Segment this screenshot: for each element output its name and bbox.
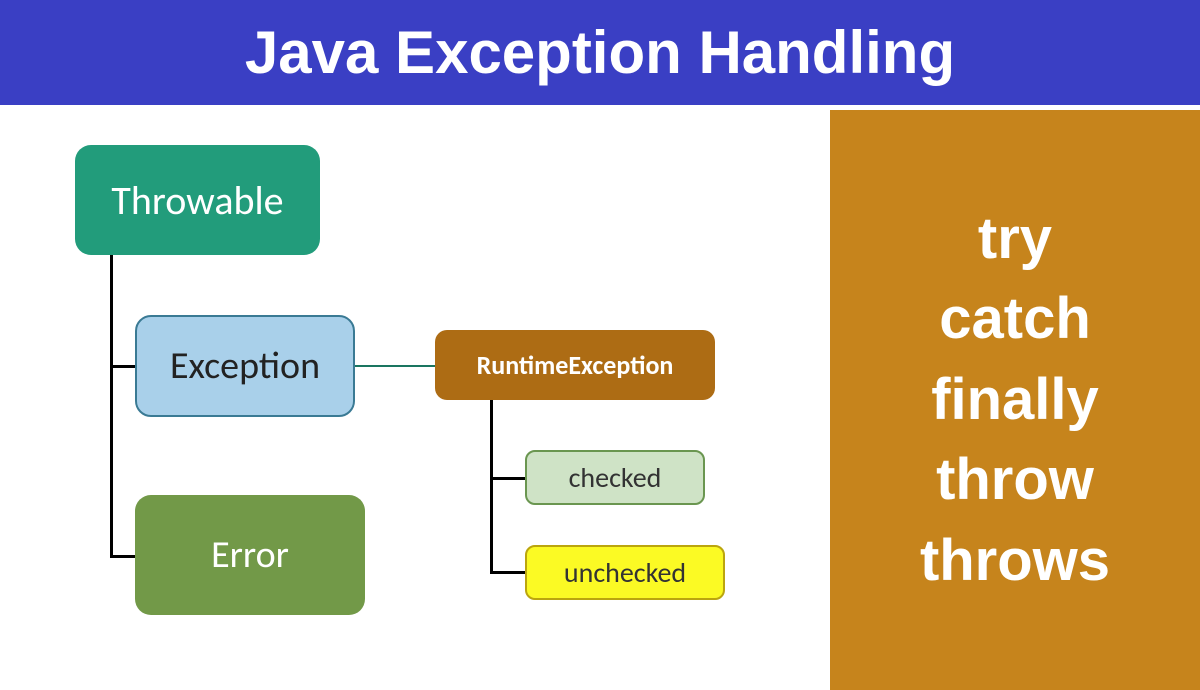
connector-line: [490, 477, 525, 480]
connector-line: [490, 571, 525, 574]
connector-line: [110, 255, 113, 557]
node-unchecked: unchecked: [525, 545, 725, 600]
keywords-panel: try catch finally throw throws: [830, 110, 1200, 690]
node-error: Error: [135, 495, 365, 615]
header-banner: Java Exception Handling: [0, 0, 1200, 105]
node-exception: Exception: [135, 315, 355, 417]
connector-line: [355, 365, 435, 367]
keyword-throws: throws: [920, 525, 1110, 598]
node-runtime-exception: RuntimeException: [435, 330, 715, 400]
connector-line: [490, 400, 493, 573]
connector-line: [110, 365, 135, 368]
keyword-catch: catch: [939, 283, 1091, 356]
exception-hierarchy-diagram: Throwable Exception Error RuntimeExcepti…: [0, 105, 830, 690]
keyword-finally: finally: [931, 364, 1099, 437]
node-throwable: Throwable: [75, 145, 320, 255]
node-checked: checked: [525, 450, 705, 505]
page-title: Java Exception Handling: [245, 18, 955, 87]
connector-line: [110, 555, 135, 558]
keyword-throw: throw: [936, 444, 1094, 517]
keyword-try: try: [978, 203, 1052, 276]
